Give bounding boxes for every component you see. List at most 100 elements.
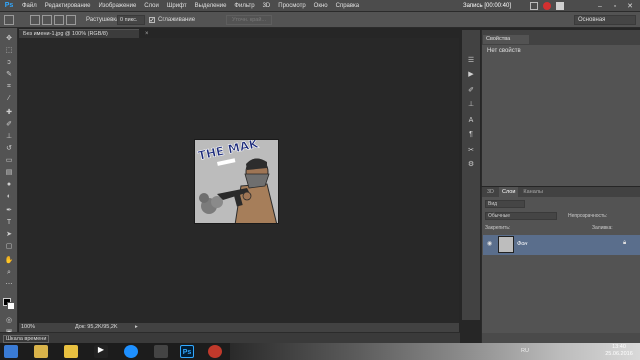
subtract-selection-icon[interactable] xyxy=(54,15,64,25)
tab-properties[interactable]: Свойства xyxy=(483,35,529,44)
new-selection-icon[interactable] xyxy=(30,15,40,25)
quick-select-tool-icon[interactable]: ✎ xyxy=(3,70,15,79)
document-tab-title: Без имени-1.jpg @ 100% (RGB/8) xyxy=(23,31,108,37)
add-selection-icon[interactable] xyxy=(42,15,52,25)
menu-filter[interactable]: Фильтр xyxy=(230,3,258,9)
intersect-selection-icon[interactable] xyxy=(66,15,76,25)
menu-layers[interactable]: Слои xyxy=(140,3,163,9)
document-tab[interactable]: Без имени-1.jpg @ 100% (RGB/8) × xyxy=(19,29,149,38)
app-icon[interactable] xyxy=(154,345,168,358)
layers-panel: 3D Слои Каналы Вид Обычные Непрозрачност… xyxy=(481,187,640,345)
type-tool-icon[interactable]: T xyxy=(3,218,15,227)
pen-tool-icon[interactable]: ✒ xyxy=(3,206,15,215)
layer-kind-filter[interactable]: Вид xyxy=(485,200,525,208)
maximize-icon[interactable]: ▫ xyxy=(610,1,620,11)
brush-tool-icon[interactable]: ✐ xyxy=(3,120,15,129)
zoom-level[interactable]: 100% xyxy=(21,324,35,330)
eraser-tool-icon[interactable]: ▭ xyxy=(3,156,15,165)
crop-tool-icon[interactable]: ⌗ xyxy=(3,82,15,91)
menu-view[interactable]: Просмотр xyxy=(274,3,309,9)
workspace-select[interactable]: Основная xyxy=(574,15,636,25)
menu-file[interactable]: Файл xyxy=(18,3,41,9)
record-icon[interactable] xyxy=(543,2,551,10)
antialias-label: Сглаживание xyxy=(158,17,196,23)
layer-row[interactable]: ◉ Фон 🔒︎ xyxy=(483,235,640,255)
history-panel-icon[interactable]: ☰ xyxy=(466,56,476,66)
more-tools-icon[interactable]: ⋯ xyxy=(3,280,15,289)
opacity-label: Непрозрачность: xyxy=(568,213,608,219)
history-brush-tool-icon[interactable]: ↺ xyxy=(3,144,15,153)
zoom-tool-icon[interactable]: ⌕ xyxy=(3,268,15,277)
quick-mask-icon[interactable]: ◎ xyxy=(3,316,15,325)
explorer-icon[interactable] xyxy=(34,345,48,358)
fill-label: Заливка: xyxy=(592,225,613,231)
visibility-eye-icon[interactable]: ◉ xyxy=(487,241,494,248)
menu-edit[interactable]: Редактирование xyxy=(41,3,95,9)
clock-time: 13:40 xyxy=(612,344,626,350)
feather-input[interactable]: 0 пикс. xyxy=(117,15,145,25)
clock-date: 25.06.2016 xyxy=(605,351,633,357)
minimize-icon[interactable]: – xyxy=(595,1,605,11)
close-icon[interactable]: ✕ xyxy=(625,1,635,11)
layer-thumbnail xyxy=(498,236,514,253)
tool-presets-panel-icon[interactable]: ✂ xyxy=(466,146,476,156)
feather-label: Растушевка: xyxy=(86,17,122,23)
tab-3d[interactable]: 3D xyxy=(484,187,497,197)
media-player-icon[interactable]: ▶ xyxy=(94,345,108,358)
brush-panel-icon[interactable]: ✐ xyxy=(466,86,476,96)
character-panel-icon[interactable]: A xyxy=(466,116,476,126)
windows-taskbar: ▶ Ps RU 13:40 25.06.2016 xyxy=(0,343,640,360)
recording-frame-icon[interactable] xyxy=(530,2,538,10)
path-selection-tool-icon[interactable]: ➤ xyxy=(3,230,15,239)
lasso-tool-icon[interactable]: ↄ xyxy=(3,58,15,67)
background-color-swatch[interactable] xyxy=(7,302,15,310)
layer-name[interactable]: Фон xyxy=(517,241,527,247)
blend-mode-select[interactable]: Обычные xyxy=(485,212,557,220)
properties-panel: Свойства Нет свойств xyxy=(481,30,640,186)
menu-image[interactable]: Изображение xyxy=(94,3,140,9)
photoshop-taskbar-icon[interactable]: Ps xyxy=(180,345,194,358)
taskbar-wallpaper xyxy=(230,343,640,360)
dodge-tool-icon[interactable]: ◐ xyxy=(3,192,15,201)
canvas-artwork[interactable]: THE MAK xyxy=(194,139,279,224)
timeline-tab[interactable]: Шкала времени xyxy=(3,335,50,343)
clone-source-panel-icon[interactable]: ⊥ xyxy=(466,100,476,110)
hand-tool-icon[interactable]: ✋ xyxy=(3,256,15,265)
refine-edge-button[interactable]: Уточн. край... xyxy=(226,15,272,25)
timeline-panel: Шкала времени xyxy=(0,332,460,343)
lock-label: Закрепить: xyxy=(485,225,511,231)
tab-channels[interactable]: Каналы xyxy=(520,187,546,197)
marquee-tool-icon[interactable]: ⬚ xyxy=(3,46,15,55)
menu-type[interactable]: Шрифт xyxy=(163,3,191,9)
layers-tabs: 3D Слои Каналы xyxy=(482,187,640,197)
adjustments-panel-icon[interactable]: ⚙ xyxy=(466,160,476,170)
document-size: Док: 95,2K/95,2K xyxy=(75,324,118,330)
chrome-icon[interactable] xyxy=(124,345,138,358)
gradient-tool-icon[interactable]: ▤ xyxy=(3,168,15,177)
lasso-tool-preset-icon[interactable] xyxy=(4,15,14,25)
menu-3d[interactable]: 3D xyxy=(259,3,275,9)
tab-layers[interactable]: Слои xyxy=(499,187,519,197)
clone-stamp-tool-icon[interactable]: ⊥ xyxy=(3,132,15,141)
blur-tool-icon[interactable]: ● xyxy=(3,180,15,189)
language-indicator[interactable]: RU xyxy=(521,348,529,354)
menu-help[interactable]: Справка xyxy=(332,3,364,9)
actions-panel-icon[interactable]: ▶ xyxy=(466,70,476,80)
status-menu-arrow-icon[interactable]: ▸ xyxy=(135,324,138,330)
clock[interactable]: 13:40 25.06.2016 xyxy=(601,344,637,358)
canvas-area[interactable]: THE MAK xyxy=(19,38,459,323)
move-tool-icon[interactable]: ✥ xyxy=(3,34,15,43)
eyedropper-tool-icon[interactable]: ⁄ xyxy=(3,94,15,103)
shape-tool-icon[interactable]: ▢ xyxy=(3,242,15,251)
antialias-checkbox[interactable]: ✓ xyxy=(149,17,155,24)
tools-panel: ✥ ⬚ ↄ ✎ ⌗ ⁄ ✚ ✐ ⊥ ↺ ▭ ▤ ● ◐ ✒ T ➤ ▢ ✋ ⌕ … xyxy=(0,28,18,345)
folder-icon[interactable] xyxy=(64,345,78,358)
recorder-icon[interactable] xyxy=(208,345,222,358)
healing-brush-tool-icon[interactable]: ✚ xyxy=(3,108,15,117)
start-button-icon[interactable] xyxy=(4,345,18,358)
menu-window[interactable]: Окно xyxy=(310,3,332,9)
menu-select[interactable]: Выделение xyxy=(191,3,231,9)
paragraph-panel-icon[interactable]: ¶ xyxy=(466,130,476,140)
properties-empty-text: Нет свойств xyxy=(487,48,521,54)
stop-icon[interactable] xyxy=(556,2,564,10)
